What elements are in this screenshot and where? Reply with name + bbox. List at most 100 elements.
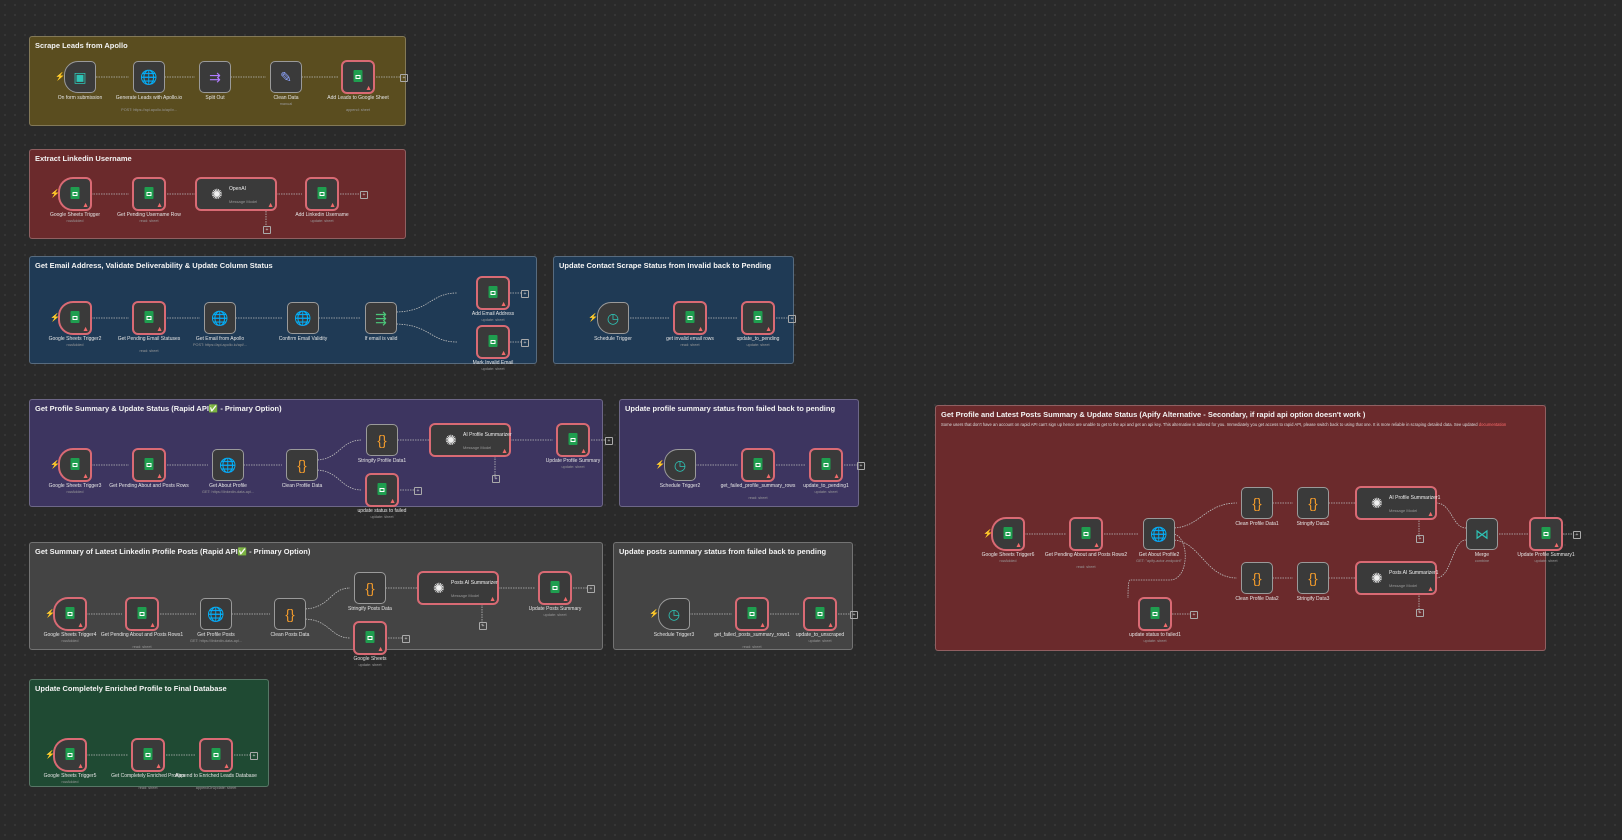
- mark-invalid-email-node[interactable]: ▲: [477, 326, 509, 358]
- update-to-unscraped-node[interactable]: ▲: [804, 598, 836, 630]
- get-pending-about-posts1-node[interactable]: ▲: [126, 598, 158, 630]
- stringify-data3-node[interactable]: {}: [1297, 562, 1329, 594]
- if-email-valid-node[interactable]: ⇶: [365, 302, 397, 334]
- openai-node[interactable]: ✺ ▲ OpenAI Message Model: [196, 178, 276, 210]
- sheets-icon: [70, 311, 80, 325]
- get-pending-email-node[interactable]: ▲: [133, 302, 165, 334]
- add-node-button[interactable]: +: [521, 339, 529, 347]
- posts-ai-summarizer-node[interactable]: ✺ ▲ Posts AI Summarizer Message Model: [418, 572, 498, 604]
- ai-profile-summarizer1-node[interactable]: ✺ ▲ AI Profile Summarizer1 Message Model: [1356, 487, 1440, 519]
- update-to-pending1-node[interactable]: ▲: [810, 449, 842, 481]
- schedule-trigger3-node[interactable]: ◷ ⚡: [649, 598, 690, 630]
- update-status-failed1-node[interactable]: ▲: [1139, 598, 1171, 630]
- schedule-trigger2-node[interactable]: ◷ ⚡: [655, 449, 696, 481]
- google-sheets-node[interactable]: ▲: [354, 622, 386, 654]
- add-node-button[interactable]: +: [1416, 535, 1424, 543]
- add-node-button[interactable]: +: [850, 611, 858, 619]
- merge-icon: ⋈: [1475, 526, 1489, 542]
- node-label: Stringify Data2: [1296, 521, 1330, 527]
- ai-profile-summarizer-node[interactable]: ✺ ▲ AI Profile Summarizer Message Model: [430, 424, 512, 456]
- on-form-submission-node[interactable]: ▣ ⚡: [55, 61, 96, 93]
- clean-posts-data-node[interactable]: {}: [274, 598, 306, 630]
- add-linkedin-username-node[interactable]: ▲: [306, 178, 338, 210]
- add-node-button[interactable]: +: [788, 315, 796, 323]
- add-node-button[interactable]: +: [263, 226, 271, 234]
- node-subtitle: update: sheet: [543, 613, 567, 617]
- node-label: Clean Posts Data: [270, 632, 310, 638]
- node-subtitle: read: sheet: [1076, 565, 1096, 569]
- schedule-trigger-node[interactable]: ◷ ⚡: [588, 302, 629, 334]
- add-node-button[interactable]: +: [857, 462, 865, 470]
- add-node-button[interactable]: +: [1573, 531, 1581, 539]
- warning-icon: ▲: [765, 326, 772, 333]
- clean-profile-data-node[interactable]: {}: [286, 449, 318, 481]
- add-email-address-node[interactable]: ▲: [477, 277, 509, 309]
- google-sheets-trigger5-node[interactable]: ⚡ ▲: [45, 739, 86, 771]
- clean-data-node[interactable]: ✎: [270, 61, 302, 93]
- get-email-apollo-node[interactable]: 🌐: [204, 302, 236, 334]
- trigger-bolt-icon: ⚡: [649, 609, 659, 618]
- generate-leads-node[interactable]: 🌐: [133, 61, 165, 93]
- update-profile-summary1-node[interactable]: ▲: [1530, 518, 1562, 550]
- clean-profile-data1-node[interactable]: {}: [1241, 487, 1273, 519]
- google-sheets-trigger2-node[interactable]: ⚡ ▲: [50, 302, 91, 334]
- update-status-failed-node[interactable]: ▲: [366, 474, 398, 506]
- add-node-button[interactable]: +: [492, 475, 500, 483]
- node-subtitle: GET: "apify-actor-endpoint": [1136, 559, 1182, 563]
- add-leads-node[interactable]: ▲: [342, 61, 374, 93]
- node-label: update status to failed: [357, 508, 407, 514]
- add-node-button[interactable]: +: [1416, 609, 1424, 617]
- get-invalid-email-rows-node[interactable]: ▲: [674, 302, 706, 334]
- add-node-button[interactable]: +: [521, 290, 529, 298]
- update-posts-summary-node[interactable]: ▲: [539, 572, 571, 604]
- split-out-node[interactable]: ⇉: [199, 61, 231, 93]
- node-subtitle: rowAdded: [61, 780, 79, 784]
- add-node-button[interactable]: +: [250, 752, 258, 760]
- sheets-icon: [137, 607, 147, 621]
- get-about-profile-node[interactable]: 🌐: [212, 449, 244, 481]
- get-pending-about-node[interactable]: ▲: [133, 449, 165, 481]
- sheets-icon: [65, 607, 75, 621]
- trigger-bolt-icon: ⚡: [50, 189, 60, 198]
- get-profile-posts-node[interactable]: 🌐: [200, 598, 232, 630]
- update-to-pending-node[interactable]: ▲: [742, 302, 774, 334]
- get-failed-posts-rows-node[interactable]: ▲: [736, 598, 768, 630]
- google-sheets-trigger-node[interactable]: ⚡ ▲: [50, 178, 91, 210]
- sheets-icon: [365, 631, 375, 645]
- get-enriched-profiles-node[interactable]: ▲: [132, 739, 164, 771]
- add-node-button[interactable]: +: [587, 585, 595, 593]
- posts-ai-summarizer1-node[interactable]: ✺ ▲ Posts AI Summarizer1 Message Model: [1356, 562, 1438, 594]
- globe-icon: 🌐: [140, 69, 158, 85]
- google-sheets-trigger6-node[interactable]: ⚡ ▲: [983, 518, 1024, 550]
- sheets-icon: [1150, 607, 1160, 621]
- add-node-button[interactable]: +: [414, 487, 422, 495]
- update-profile-summary-node[interactable]: ▲: [557, 424, 589, 456]
- warning-icon: ▲: [1427, 511, 1434, 518]
- add-node-button[interactable]: +: [605, 437, 613, 445]
- clean-profile-data2-node[interactable]: {}: [1241, 562, 1273, 594]
- confirm-email-node[interactable]: 🌐: [287, 302, 319, 334]
- add-node-button[interactable]: +: [400, 74, 408, 82]
- add-node-button[interactable]: +: [479, 622, 487, 630]
- get-about-profile2-node[interactable]: 🌐: [1143, 518, 1175, 550]
- get-failed-profile-rows-node[interactable]: ▲: [742, 449, 774, 481]
- append-enriched-leads-node[interactable]: ▲: [200, 739, 232, 771]
- add-node-button[interactable]: +: [402, 635, 410, 643]
- get-pending-username-node[interactable]: ▲: [133, 178, 165, 210]
- openai-icon: ✺: [433, 580, 445, 596]
- warning-icon: ▲: [1015, 542, 1022, 549]
- stringify-posts-data-node[interactable]: {}: [354, 572, 386, 604]
- warning-icon: ▲: [489, 596, 496, 603]
- google-sheets-trigger3-node[interactable]: ⚡ ▲: [50, 449, 91, 481]
- google-sheets-trigger4-node[interactable]: ⚡ ▲: [45, 598, 86, 630]
- warning-icon: ▲: [500, 301, 507, 308]
- get-pending-about-posts2-node[interactable]: ▲: [1070, 518, 1102, 550]
- add-node-button[interactable]: +: [1190, 611, 1198, 619]
- add-node-button[interactable]: +: [360, 191, 368, 199]
- stringify-data2-node[interactable]: {}: [1297, 487, 1329, 519]
- stringify-profile-data1-node[interactable]: {}: [366, 424, 398, 456]
- node-label: Schedule Trigger3: [653, 632, 695, 638]
- node-subtitle: update: sheet: [310, 219, 334, 223]
- node-subtitle: manual: [279, 102, 293, 106]
- merge-node[interactable]: ⋈: [1466, 518, 1498, 550]
